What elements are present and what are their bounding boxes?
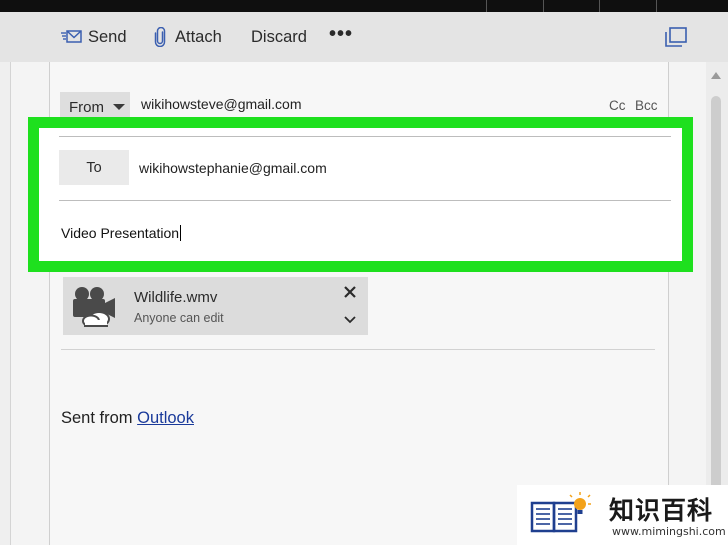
window-titlebar: [0, 0, 728, 12]
attachment-card[interactable]: Wildlife.wmv Anyone can edit: [63, 277, 368, 335]
from-label: From: [69, 98, 104, 116]
send-button[interactable]: Send: [60, 12, 127, 62]
more-options-button[interactable]: •••: [329, 12, 353, 62]
watermark-title: 知识百科: [609, 496, 714, 525]
titlebar-separator: [486, 0, 487, 12]
more-options-icon: •••: [329, 23, 354, 45]
paperclip-icon: [154, 27, 166, 47]
scroll-up-arrow-icon[interactable]: [711, 72, 721, 79]
send-label: Send: [88, 27, 127, 46]
attach-label: Attach: [175, 27, 222, 46]
close-icon: [343, 285, 357, 299]
scroll-thumb[interactable]: [711, 96, 721, 516]
signature-prefix: Sent from: [61, 409, 138, 427]
to-recipient-field[interactable]: wikihowstephanie@gmail.com: [139, 160, 327, 176]
divider: [59, 136, 671, 137]
highlight-box: To wikihowstephanie@gmail.com Video Pres…: [28, 117, 693, 272]
vertical-scrollbar[interactable]: [706, 62, 728, 545]
chevron-down-icon: [343, 315, 357, 325]
expand-attachment-button[interactable]: [339, 309, 361, 331]
titlebar-separator: [543, 0, 544, 12]
titlebar-separator: [599, 0, 600, 12]
discard-button[interactable]: Discard: [251, 12, 307, 62]
titlebar-separator: [656, 0, 657, 12]
discard-label: Discard: [251, 27, 307, 46]
watermark: 知识百科 www.mimingshi.com: [517, 485, 728, 545]
to-button[interactable]: To: [59, 150, 129, 185]
attachment-permission: Anyone can edit: [134, 311, 224, 325]
popout-button[interactable]: [664, 12, 688, 62]
send-icon: [60, 29, 82, 45]
video-camera-cloud-icon: [69, 285, 117, 328]
bcc-button[interactable]: Bcc: [635, 98, 658, 113]
from-address: wikihowsteve@gmail.com: [141, 96, 302, 112]
divider: [59, 200, 671, 201]
book-lightbulb-logo-icon: [529, 491, 591, 537]
chevron-down-icon: [113, 104, 125, 110]
popout-icon: [664, 26, 688, 48]
subject-text: Video Presentation: [61, 225, 180, 241]
outlook-link[interactable]: Outlook: [137, 409, 194, 427]
cc-button[interactable]: Cc: [609, 98, 626, 113]
compose-toolbar: Send Attach Discard •••: [0, 12, 728, 62]
text-cursor: [180, 225, 182, 241]
attachment-filename: Wildlife.wmv: [134, 289, 218, 306]
remove-attachment-button[interactable]: [339, 281, 361, 303]
subject-field[interactable]: Video Presentation: [61, 225, 182, 241]
to-label: To: [86, 159, 102, 176]
attach-button[interactable]: Attach: [154, 12, 222, 62]
message-body[interactable]: Sent from Outlook: [61, 409, 194, 428]
watermark-url: www.mimingshi.com: [612, 525, 726, 538]
divider: [61, 349, 655, 350]
